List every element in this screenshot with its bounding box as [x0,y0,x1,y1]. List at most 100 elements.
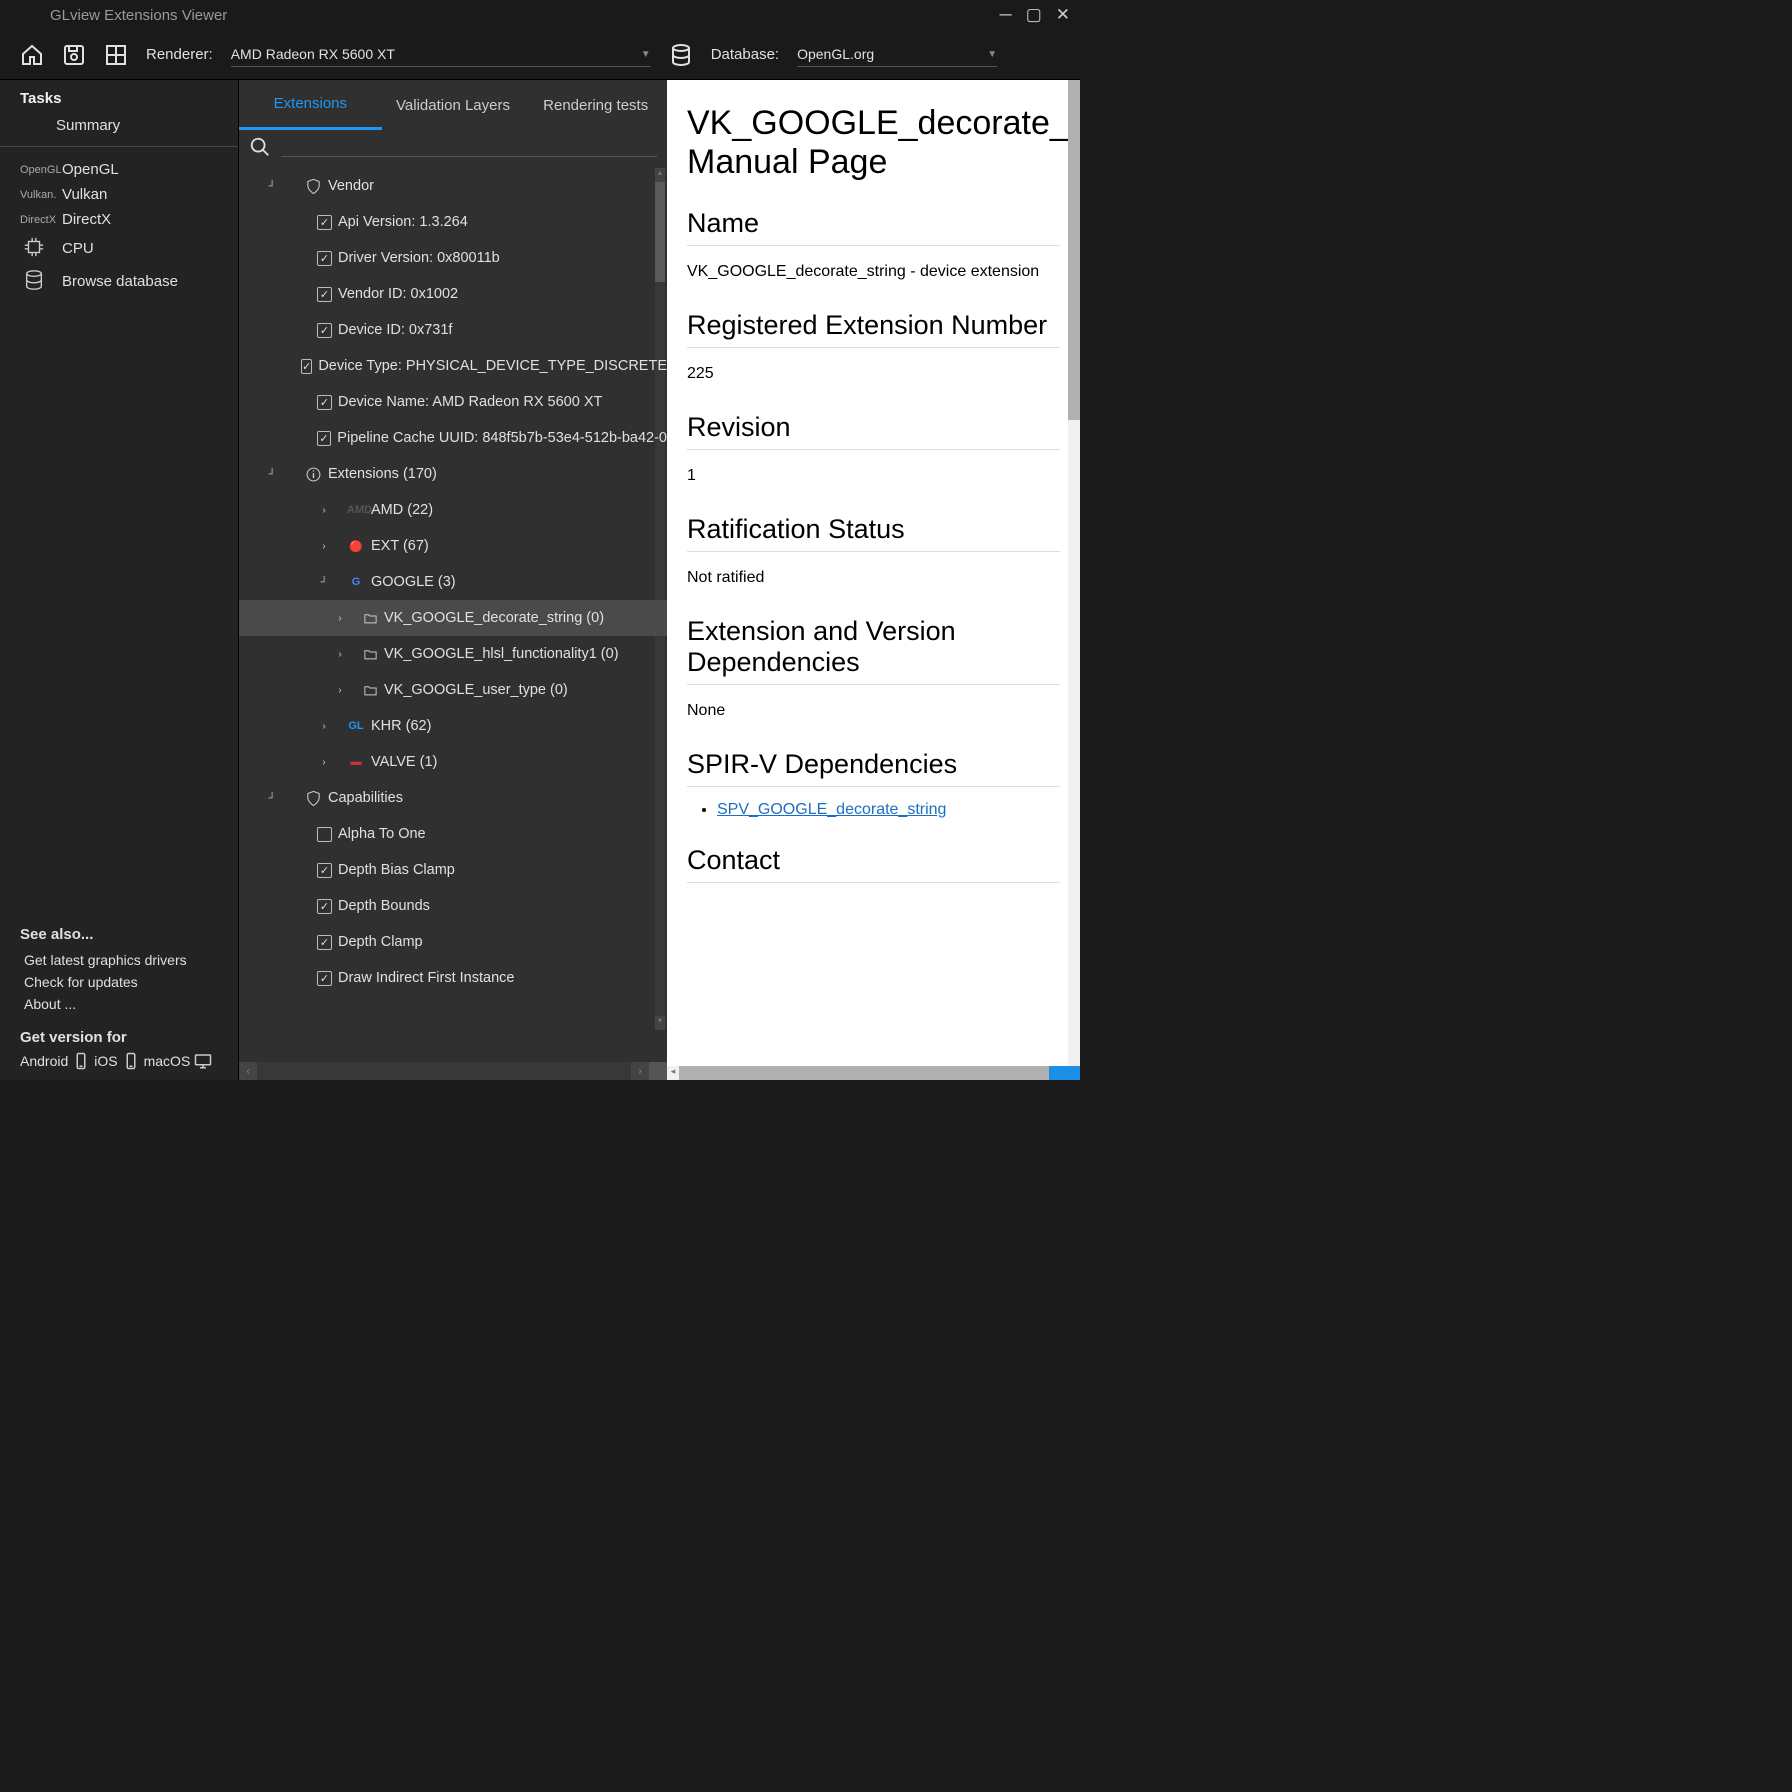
tree-node-vendor-id[interactable]: Vendor ID: 0x1002 [239,276,667,312]
expand-icon[interactable]: › [331,613,349,624]
sidebar-item-directx[interactable]: DirectXDirectX [0,207,238,232]
sidebar-item-vulkan[interactable]: Vulkan.Vulkan [0,182,238,207]
tab-extensions[interactable]: Extensions [239,80,382,130]
hscrollbar[interactable]: ‹ › [239,1062,667,1080]
checkbox-icon[interactable] [317,323,332,338]
sidebar-item-opengl[interactable]: OpenGLOpenGL [0,157,238,182]
tree-group-ext[interactable]: ›🔴EXT (67) [239,528,667,564]
checkbox-icon[interactable] [317,251,332,266]
link-drivers[interactable]: Get latest graphics drivers [20,949,218,971]
database-value: OpenGL.org [797,46,874,62]
checkbox-icon[interactable] [317,215,332,230]
collapse-icon[interactable]: ┘ [315,577,333,588]
tree-group-amd[interactable]: ›AMDAMD (22) [239,492,667,528]
maximize-icon[interactable]: ▢ [1026,5,1042,25]
save-icon[interactable] [62,43,86,67]
sidebar-item-label: CPU [62,240,94,257]
database-dropdown[interactable]: OpenGL.org ▼ [797,42,997,67]
tree-label: AMD (22) [371,502,433,518]
tree-label: Pipeline Cache UUID: 848f5b7b-53e4-512b-… [337,430,667,446]
expand-icon[interactable]: › [331,649,349,660]
tree-cap-alpha-to-one[interactable]: Alpha To One [239,816,667,852]
tree-node-device-name[interactable]: Device Name: AMD Radeon RX 5600 XT [239,384,667,420]
tree-cap-draw-indirect[interactable]: Draw Indirect First Instance [239,960,667,996]
tree-group-valve[interactable]: ›▬VALVE (1) [239,744,667,780]
tree-node-capabilities[interactable]: ┘ Capabilities [239,780,667,816]
tree-node-extensions[interactable]: ┘ Extensions (170) [239,456,667,492]
collapse-icon[interactable]: ┘ [263,181,281,192]
renderer-label: Renderer: [146,46,213,63]
doc-spirv-link[interactable]: SPV_GOOGLE_decorate_string [717,801,946,818]
sidebar-item-browse-db[interactable]: Browse database [0,265,238,298]
tab-validation-layers[interactable]: Validation Layers [382,80,525,130]
folder-icon [363,683,378,698]
checkbox-icon[interactable] [317,935,332,950]
expand-icon[interactable]: › [315,757,333,768]
platform-android[interactable]: Android [20,1053,68,1069]
window-title: GLview Extensions Viewer [50,7,227,24]
valve-icon: ▬ [347,756,365,768]
platform-macos[interactable]: macOS [144,1053,191,1069]
doc-panel: VK_GOOGLE_decorate_string(3) Manual Page… [667,80,1080,1080]
checkbox-icon[interactable] [317,287,332,302]
search-input[interactable] [281,137,657,157]
minimize-icon[interactable]: ─ [1000,5,1012,25]
tree-item-vk-google-decorate-string[interactable]: ›VK_GOOGLE_decorate_string (0) [239,600,667,636]
link-updates[interactable]: Check for updates [20,971,218,993]
sidebar: Tasks Summary OpenGLOpenGL Vulkan.Vulkan… [0,80,239,1080]
tree-label: KHR (62) [371,718,431,734]
tree-node-api-version[interactable]: Api Version: 1.3.264 [239,204,667,240]
database-icon[interactable] [669,43,693,67]
tree-label: Device ID: 0x731f [338,322,452,338]
tree-node-driver-version[interactable]: Driver Version: 0x80011b [239,240,667,276]
link-about[interactable]: About ... [20,993,218,1015]
tree-cap-depth-clamp[interactable]: Depth Clamp [239,924,667,960]
expand-icon[interactable]: › [315,721,333,732]
tree-node-pipeline-cache[interactable]: Pipeline Cache UUID: 848f5b7b-53e4-512b-… [239,420,667,456]
platform-ios[interactable]: iOS [94,1053,117,1069]
renderer-dropdown[interactable]: AMD Radeon RX 5600 XT ▼ [231,42,651,67]
collapse-icon[interactable]: ┘ [263,793,281,804]
tree-group-khr[interactable]: ›GLKHR (62) [239,708,667,744]
tree-item-vk-google-hlsl[interactable]: ›VK_GOOGLE_hlsl_functionality1 (0) [239,636,667,672]
tree-node-device-id[interactable]: Device ID: 0x731f [239,312,667,348]
sidebar-item-summary[interactable]: Summary [0,111,238,147]
checkbox-icon[interactable] [317,827,332,842]
checkbox-icon[interactable] [317,431,332,446]
tab-rendering-tests[interactable]: Rendering tests [524,80,667,130]
tree-label: Draw Indirect First Instance [338,970,514,986]
sidebar-item-label: Vulkan [62,186,107,203]
titlebar: GLview Extensions Viewer ─ ▢ ✕ [0,0,1080,30]
expand-icon[interactable]: › [331,685,349,696]
tree-node-device-type[interactable]: Device Type: PHYSICAL_DEVICE_TYPE_DISCRE… [239,348,667,384]
doc-hscrollbar[interactable]: ◂ ▸ [667,1066,1080,1080]
sidebar-item-cpu[interactable]: CPU [0,232,238,265]
tree-node-vendor[interactable]: ┘ Vendor [239,168,667,204]
doc-name-header: Name [687,208,1060,246]
checkbox-icon[interactable] [317,863,332,878]
tree-cap-depth-bias-clamp[interactable]: Depth Bias Clamp [239,852,667,888]
checkbox-icon[interactable] [317,395,332,410]
expand-icon[interactable]: › [315,541,333,552]
search-icon[interactable] [249,136,271,158]
tree-group-google[interactable]: ┘GGOOGLE (3) [239,564,667,600]
desktop-icon [194,1052,212,1070]
home-icon[interactable] [20,43,44,67]
doc-vscrollbar[interactable] [1068,80,1080,1066]
grid-icon[interactable] [104,43,128,67]
doc-name-text: VK_GOOGLE_decorate_string - device exten… [687,260,1060,284]
doc-title: VK_GOOGLE_decorate_string(3) Manual Page [687,104,1060,182]
tree-cap-depth-bounds[interactable]: Depth Bounds [239,888,667,924]
tree-item-vk-google-user-type[interactable]: › VK_GOOGLE_user_type (0) [239,672,667,708]
scroll-right-icon[interactable]: › [631,1062,649,1080]
checkbox-icon[interactable] [301,359,312,374]
expand-icon[interactable]: › [315,505,333,516]
tree-label: VK_GOOGLE_user_type (0) [384,682,568,698]
scroll-left-icon[interactable]: ‹ [239,1062,257,1080]
tree-label: GOOGLE (3) [371,574,456,590]
collapse-icon[interactable]: ┘ [263,469,281,480]
close-icon[interactable]: ✕ [1056,5,1070,25]
tree-label: Device Type: PHYSICAL_DEVICE_TYPE_DISCRE… [318,358,667,374]
checkbox-icon[interactable] [317,971,332,986]
checkbox-icon[interactable] [317,899,332,914]
